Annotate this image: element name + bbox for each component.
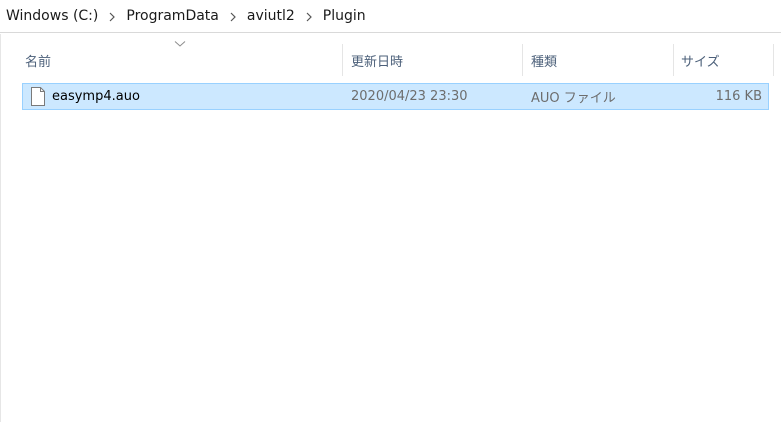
column-divider[interactable] [773, 44, 774, 76]
column-header-type[interactable]: 種類 [528, 44, 673, 76]
column-header: 名前 更新日時 種類 サイズ [22, 44, 781, 76]
breadcrumb-item-plugin[interactable]: Plugin [322, 8, 367, 24]
column-header-name-label: 名前 [25, 54, 52, 70]
column-divider[interactable] [673, 44, 674, 76]
breadcrumb: Windows (C:) ProgramData aviutl2 Plugin [0, 0, 781, 33]
column-header-date[interactable]: 更新日時 [348, 44, 522, 76]
column-header-size[interactable]: サイズ [678, 44, 773, 76]
column-divider[interactable] [522, 44, 523, 76]
file-name: easymp4.auo [52, 89, 140, 104]
column-header-type-label: 種類 [531, 54, 558, 70]
chevron-right-icon[interactable] [296, 10, 322, 23]
column-header-date-label: 更新日時 [351, 54, 404, 70]
chevron-right-icon[interactable] [99, 10, 125, 23]
column-divider[interactable] [342, 44, 343, 76]
column-header-size-label: サイズ [681, 54, 720, 70]
file-date: 2020/04/23 23:30 [351, 89, 468, 104]
table-row[interactable]: easymp4.auo 2020/04/23 23:30 AUO ファイル 11… [22, 83, 769, 110]
file-size: 116 KB [715, 89, 762, 104]
breadcrumb-item-windows-c[interactable]: Windows (C:) [5, 8, 99, 24]
breadcrumb-item-programdata[interactable]: ProgramData [125, 8, 220, 24]
column-header-name[interactable]: 名前 [22, 44, 342, 76]
file-type: AUO ファイル [531, 91, 616, 106]
file-explorer-window: Windows (C:) ProgramData aviutl2 Plugin … [0, 0, 781, 422]
file-name-cell[interactable]: easymp4.auo [30, 84, 140, 109]
breadcrumb-item-aviutl2[interactable]: aviutl2 [246, 8, 296, 24]
file-icon [31, 87, 45, 106]
chevron-right-icon[interactable] [220, 10, 246, 23]
